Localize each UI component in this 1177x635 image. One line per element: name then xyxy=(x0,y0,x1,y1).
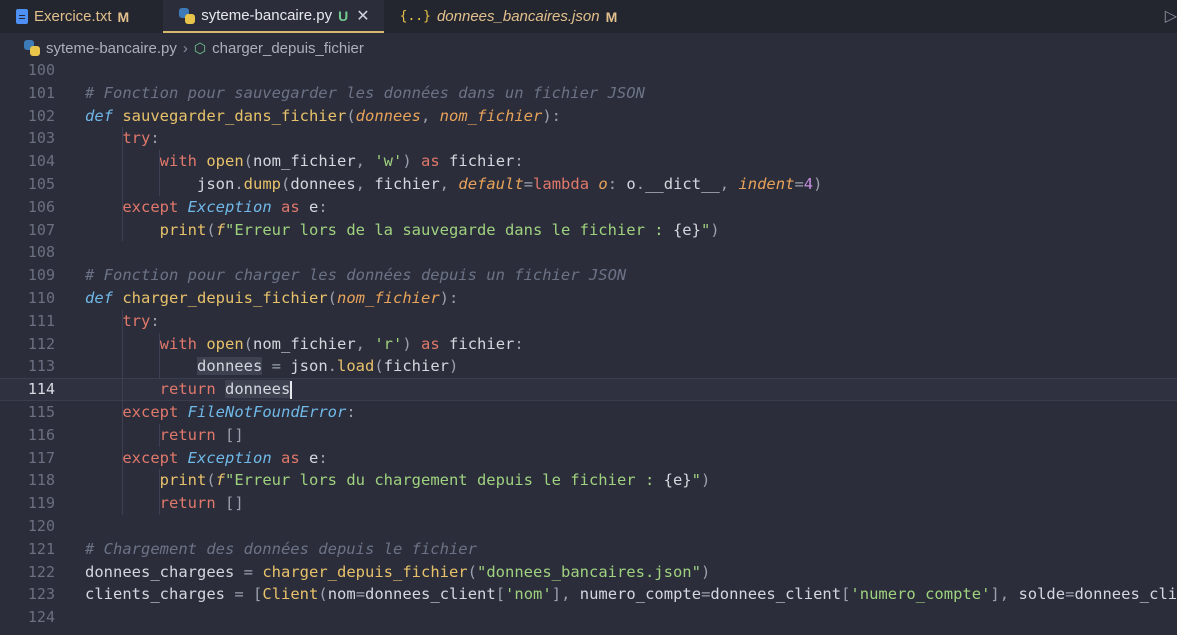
code-line[interactable]: 120 xyxy=(0,515,1177,538)
code-line[interactable]: 124 xyxy=(0,606,1177,629)
code-text: print(f"Erreur lors de la sauvegarde dan… xyxy=(159,220,720,239)
code-text: # Fonction pour sauvegarder les données … xyxy=(85,83,645,102)
code-line[interactable]: 119 return [] xyxy=(0,492,1177,515)
code-text: clients_charges = [Client(nom=donnees_cl… xyxy=(85,585,1177,604)
code-line[interactable]: 102 def sauvegarder_dans_fichier(donnees,… xyxy=(0,105,1177,128)
code-text: except FileNotFoundError: xyxy=(122,403,356,421)
tab-syteme-bancaire-py[interactable]: syteme-bancaire.py U ✕ xyxy=(163,0,384,33)
text-file-icon xyxy=(16,9,28,24)
line-number: 119 xyxy=(27,494,55,513)
python-icon xyxy=(24,40,40,56)
line-number: 123 xyxy=(27,585,55,604)
code-text: # Chargement des données depuis le fichi… xyxy=(85,539,477,558)
indent-guide xyxy=(159,469,160,515)
code-line[interactable]: 103 try: xyxy=(0,127,1177,150)
code-line[interactable]: 112 with open(nom_fichier, 'r') as fichi… xyxy=(0,333,1177,356)
modified-badge: M xyxy=(117,8,130,25)
code-editor[interactable]: 100 101 # Fonction pour sauvegarder les do… xyxy=(0,59,1177,635)
line-number: 108 xyxy=(27,243,55,262)
line-number: 114 xyxy=(27,380,55,399)
tab-label: Exercice.txt xyxy=(34,8,112,25)
code-text: json.dump(donnees, fichier, default=lamb… xyxy=(196,175,823,193)
code-line[interactable]: 123 clients_charges = [Client(nom=donnees… xyxy=(0,583,1177,606)
code-text: def sauvegarder_dans_fichier(donnees, no… xyxy=(85,106,562,125)
line-number: 107 xyxy=(27,220,55,239)
indent-guide xyxy=(122,309,123,515)
code-line[interactable]: 108 xyxy=(0,241,1177,264)
code-text: # Fonction pour charger les données depu… xyxy=(85,266,627,285)
code-text: def charger_depuis_fichier(nom_fichier): xyxy=(85,289,459,307)
code-line[interactable]: 122 donnees_chargees = charger_depuis_fic… xyxy=(0,561,1177,584)
line-number: 109 xyxy=(27,266,55,285)
line-number: 104 xyxy=(27,152,55,171)
line-number: 116 xyxy=(27,425,55,444)
json-icon: {..} xyxy=(399,9,431,24)
code-text: print(f"Erreur lors du chargement depuis… xyxy=(159,471,711,490)
code-line[interactable]: 101 # Fonction pour sauvegarder les donné… xyxy=(0,82,1177,105)
line-number: 106 xyxy=(27,197,55,216)
line-number: 102 xyxy=(27,106,55,125)
code-line[interactable]: 111 try: xyxy=(0,310,1177,333)
line-number: 118 xyxy=(27,471,55,490)
untracked-badge: U xyxy=(338,7,349,24)
indent-guide xyxy=(122,127,123,242)
breadcrumb-symbol[interactable]: charger_depuis_fichier xyxy=(212,40,364,57)
line-number: 111 xyxy=(27,311,55,330)
code-line[interactable]: 113 donnees = json.load(fichier) xyxy=(0,355,1177,378)
text-cursor xyxy=(290,380,293,399)
python-icon xyxy=(179,7,196,24)
code-line[interactable]: 116 return [] xyxy=(0,424,1177,447)
line-number: 115 xyxy=(27,403,55,421)
line-number: 100 xyxy=(27,61,55,79)
breadcrumb: syteme-bancaire.py › ⬡ charger_depuis_fi… xyxy=(0,36,1177,60)
indent-guide xyxy=(159,150,160,196)
code-text: donnees_chargees = charger_depuis_fichie… xyxy=(85,562,711,581)
line-number: 112 xyxy=(27,334,55,353)
code-line[interactable]: 114 return donnees xyxy=(0,378,1177,401)
code-line[interactable]: 107 print(f"Erreur lors de la sauvegarde… xyxy=(0,219,1177,242)
chevron-right-icon: › xyxy=(182,39,188,57)
code-line[interactable]: 105 json.dump(donnees, fichier, default=… xyxy=(0,173,1177,196)
tab-label: syteme-bancaire.py xyxy=(201,7,333,24)
code-text: with open(nom_fichier, 'w') as fichier: xyxy=(159,152,524,171)
code-line[interactable]: 106 except Exception as e: xyxy=(0,196,1177,219)
line-number: 105 xyxy=(27,175,55,193)
code-line[interactable]: 115 except FileNotFoundError: xyxy=(0,401,1177,424)
code-line[interactable]: 121 # Chargement des données depuis le fi… xyxy=(0,538,1177,561)
indent-guide xyxy=(159,332,160,379)
breadcrumb-file[interactable]: syteme-bancaire.py xyxy=(46,40,177,57)
line-number: 124 xyxy=(27,608,55,627)
code-text: return donnees xyxy=(159,380,293,399)
code-text: return [] xyxy=(159,425,244,444)
line-number: 117 xyxy=(27,448,55,467)
code-line[interactable]: 100 xyxy=(0,59,1177,82)
indent-guide xyxy=(159,423,160,447)
line-number: 122 xyxy=(27,562,55,581)
close-icon[interactable]: ✕ xyxy=(356,6,369,26)
line-number: 110 xyxy=(27,289,55,307)
code-line[interactable]: 110 def charger_depuis_fichier(nom_fichie… xyxy=(0,287,1177,310)
modified-badge: M xyxy=(605,8,618,25)
tab-label: donnees_bancaires.json xyxy=(436,8,600,25)
tab-donnees-bancaires-json[interactable]: {..} donnees_bancaires.json M xyxy=(384,0,632,33)
code-text: with open(nom_fichier, 'r') as fichier: xyxy=(159,334,524,353)
code-text: donnees = json.load(fichier) xyxy=(196,357,459,376)
line-number: 103 xyxy=(27,129,55,148)
code-line[interactable]: 118 print(f"Erreur lors du chargement de… xyxy=(0,469,1177,492)
line-number: 113 xyxy=(27,357,55,376)
code-line[interactable]: 104 with open(nom_fichier, 'w') as fichi… xyxy=(0,150,1177,173)
method-icon: ⬡ xyxy=(193,39,207,56)
run-icon[interactable]: ▷ xyxy=(1165,6,1177,26)
code-line[interactable]: 117 except Exception as e: xyxy=(0,447,1177,470)
line-number: 101 xyxy=(27,83,55,102)
code-text: return [] xyxy=(159,494,244,513)
line-number: 121 xyxy=(27,539,55,558)
line-number: 120 xyxy=(27,517,55,535)
code-line[interactable]: 109 # Fonction pour charger les données d… xyxy=(0,264,1177,287)
tab-bar: Exercice.txt M syteme-bancaire.py U ✕ {.… xyxy=(0,0,1177,33)
tab-exercice-txt[interactable]: Exercice.txt M xyxy=(0,0,143,33)
